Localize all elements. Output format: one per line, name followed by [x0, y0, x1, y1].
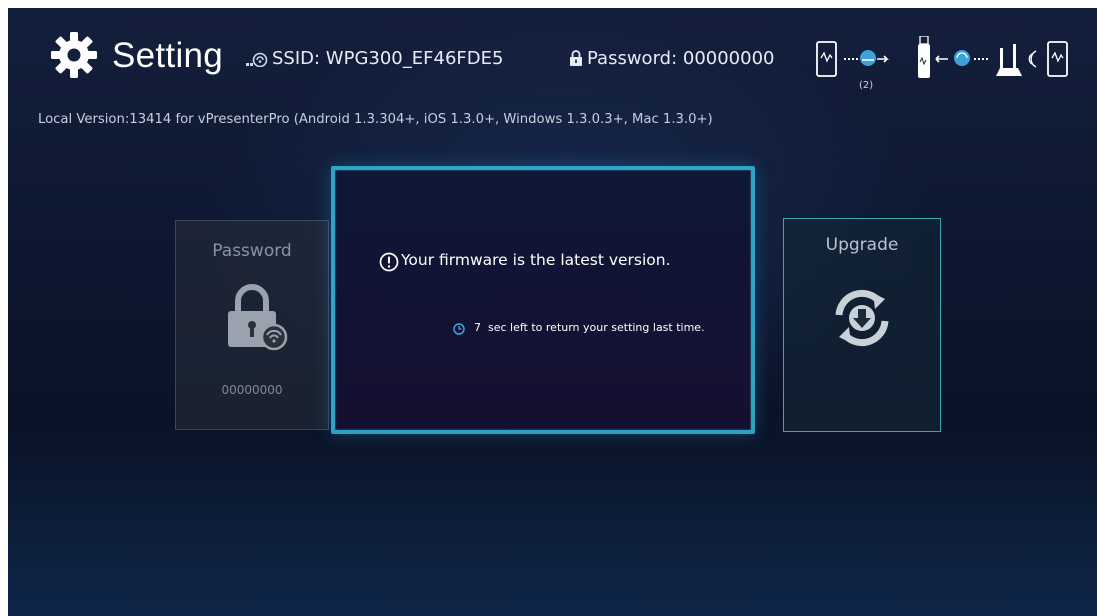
- password-label: Password: 00000000: [587, 48, 775, 69]
- countdown-seconds: 7: [474, 321, 481, 334]
- password-card-value: 00000000: [221, 383, 283, 397]
- network-topology-icon: [816, 36, 1068, 78]
- upgrade-card-label: Upgrade: [825, 235, 899, 255]
- password-card[interactable]: Password 00000000: [175, 220, 329, 430]
- upgrade-card[interactable]: Upgrade: [783, 218, 941, 432]
- clock-icon: [453, 323, 465, 335]
- lock-icon: [570, 50, 582, 66]
- header: Setting SSID: WPG300_EF46FDE5 Password: …: [8, 8, 1097, 127]
- download-refresh-icon: [835, 289, 889, 347]
- setting-screen: Setting SSID: WPG300_EF46FDE5 Password: …: [8, 8, 1097, 616]
- gear-icon: [51, 32, 97, 78]
- connection-count: (2): [859, 80, 874, 91]
- exclamation-circle-icon: [379, 252, 399, 272]
- ssid-label: SSID: WPG300_EF46FDE5: [272, 48, 504, 69]
- firmware-status-dialog: Your firmware is the latest version. 7 s…: [331, 166, 755, 434]
- password-card-label: Password: [212, 241, 292, 261]
- dialog-message: Your firmware is the latest version.: [401, 251, 671, 269]
- wifi-signal-icon: [246, 52, 268, 67]
- lock-wifi-icon: [228, 284, 288, 351]
- countdown-text: sec left to return your setting last tim…: [488, 321, 705, 334]
- version-info: Local Version:13414 for vPresenterPro (A…: [38, 112, 713, 127]
- page-title: Setting: [112, 36, 224, 75]
